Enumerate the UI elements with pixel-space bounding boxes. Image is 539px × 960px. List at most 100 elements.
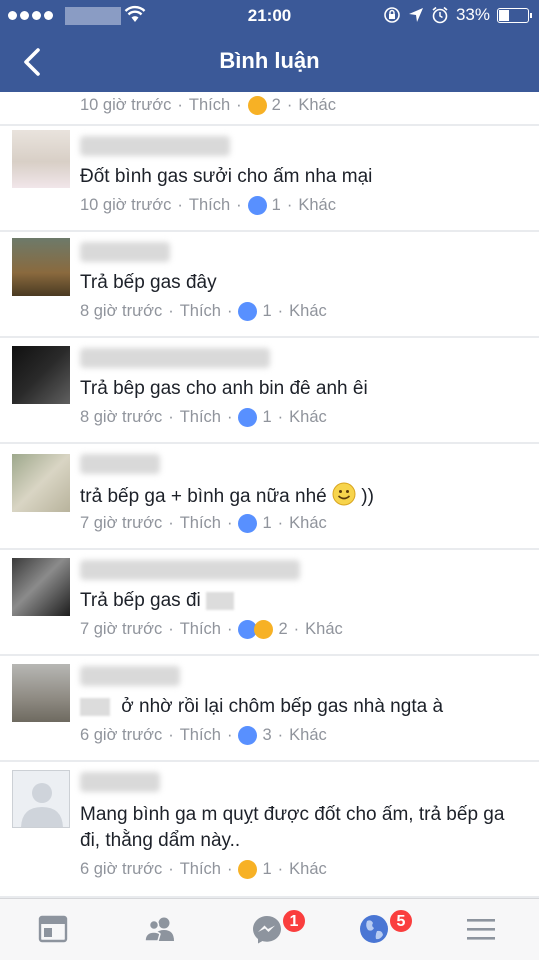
meta-separator: · [236,96,242,114]
meta-separator: · [168,860,174,878]
meta-separator: · [177,96,183,114]
news-feed-icon [38,915,68,943]
like-link[interactable]: Thích [180,860,221,879]
more-link[interactable]: Khác [298,96,336,115]
comment-timestamp: 8 giờ trước [80,408,163,426]
meta-separator: · [277,726,284,744]
comment-text: ở nhờ rồi lại chôm bếp gas nhà ngta à [121,696,444,717]
comment-meta: 6 giờ trước · Thích · 3 · Khác [80,726,327,745]
reaction-count[interactable]: 2 [278,620,287,639]
tab-messenger[interactable]: 1 [214,899,321,960]
meta-separator: · [293,620,300,638]
comment-meta: 10 giờ trước · Thích · 1 · Khác [80,196,336,215]
meta-separator: · [286,96,293,114]
more-link[interactable]: Khác [289,514,327,533]
redacted-text [80,697,110,716]
avatar[interactable] [12,238,70,296]
page-title: Bình luận [219,48,320,73]
meta-separator: · [226,302,233,320]
like-link[interactable]: Thích [180,408,221,427]
reactions-summary[interactable] [238,514,258,533]
avatar[interactable] [12,558,70,616]
meta-separator: · [277,408,284,426]
avatar[interactable] [12,346,70,404]
reaction-count[interactable]: 1 [262,514,271,533]
comment-item: Trả bếp gas đây 8 giờ trước · Thích · 1 … [0,232,539,336]
alarm-icon [432,6,448,24]
more-link[interactable]: Khác [289,302,327,321]
comment-item: Trả bếp gas đi 7 giờ trước · Thích · 2 ·… [0,550,539,654]
comment-body: Trả bếp gas đi [80,588,525,614]
meta-separator: · [226,726,233,744]
reactions-summary[interactable] [238,726,258,745]
comment-body: Trả bếp gas đây [80,272,217,293]
avatar[interactable] [12,454,70,512]
commenter-name-redacted[interactable] [80,772,160,792]
commenter-name-redacted[interactable] [80,454,160,474]
comment-item: Đốt bình gas sưởi cho ấm nha mại 10 giờ … [0,126,539,230]
comment-text: trả bếp ga + bình ga nữa nhé [80,486,327,507]
tab-more-menu[interactable] [428,899,535,960]
reaction-count[interactable]: 1 [262,302,271,321]
reactions-summary[interactable] [238,620,274,639]
commenter-name-redacted[interactable] [80,560,300,580]
comment-body: Đốt bình gas sưởi cho ấm nha mại [80,166,373,187]
more-link[interactable]: Khác [305,620,343,639]
like-link[interactable]: Thích [180,514,221,533]
comment-timestamp: 7 giờ trước [80,620,163,638]
reaction-count[interactable]: 1 [262,860,271,879]
meta-separator: · [286,196,293,214]
meta-separator: · [277,302,284,320]
avatar[interactable] [12,130,70,188]
friends-icon [144,917,174,942]
more-link[interactable]: Khác [289,860,327,879]
meta-separator: · [226,514,233,532]
like-reaction-icon [238,726,258,745]
reactions-summary[interactable] [247,196,267,215]
commenter-name-redacted[interactable] [80,666,180,686]
like-link[interactable]: Thích [180,726,221,745]
tab-friend-requests[interactable] [107,899,214,960]
reaction-count[interactable]: 2 [272,96,281,115]
messenger-icon [253,916,281,944]
navigation-bar: Bình luận [0,32,539,92]
comment-meta: 10 giờ trước · Thích · 2 · Khác [80,96,336,115]
like-link[interactable]: Thích [189,96,230,115]
reaction-count[interactable]: 1 [262,408,271,427]
meta-separator: · [236,196,242,214]
comment-meta: 8 giờ trước · Thích · 1 · Khác [80,408,327,427]
tab-news-feed[interactable] [0,899,107,960]
comment-body: ở nhờ rồi lại chôm bếp gas nhà ngta à [80,694,525,720]
like-reaction-icon [238,408,258,427]
more-link[interactable]: Khác [298,196,336,215]
tab-notifications[interactable]: 5 [321,899,428,960]
avatar[interactable] [12,770,70,828]
meta-separator: · [226,620,233,638]
reactions-summary[interactable] [238,302,258,321]
like-link[interactable]: Thích [180,620,221,639]
commenter-name-redacted[interactable] [80,242,170,262]
reactions-summary[interactable] [238,408,258,427]
comment-timestamp: 7 giờ trước [80,514,163,532]
reaction-count[interactable]: 3 [262,726,271,745]
meta-separator: · [277,860,284,878]
like-link[interactable]: Thích [180,302,221,321]
messenger-badge: 1 [281,908,307,934]
like-link[interactable]: Thích [189,196,230,215]
more-link[interactable]: Khác [289,726,327,745]
battery-percentage: 33% [455,5,490,24]
haha-reaction-icon [247,96,267,115]
haha-reaction-icon [254,620,274,639]
reactions-summary[interactable] [247,96,267,115]
commenter-name-redacted[interactable] [80,348,270,368]
comments-list[interactable]: 10 giờ trước · Thích · 2 · Khác Đốt bình… [0,92,539,898]
comment-item: ở nhờ rồi lại chôm bếp gas nhà ngta à 6 … [0,656,539,760]
more-link[interactable]: Khác [289,408,327,427]
meta-separator: · [226,408,233,426]
reaction-count[interactable]: 1 [272,196,281,215]
avatar[interactable] [12,664,70,722]
redacted-text [206,591,235,610]
reactions-summary[interactable] [238,860,258,879]
comment-body: trả bếp ga + bình ga nữa nhé )) [80,482,525,510]
commenter-name-redacted[interactable] [80,136,230,156]
